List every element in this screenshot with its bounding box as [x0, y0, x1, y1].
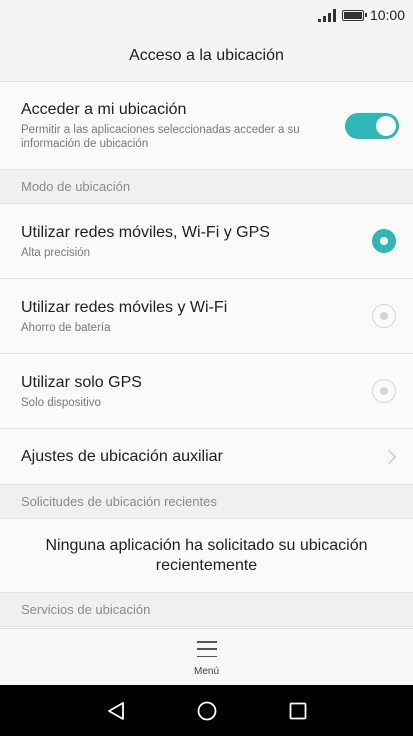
battery-icon [341, 9, 367, 21]
toggle-knob [376, 115, 396, 136]
page-title: Acceso a la ubicación [0, 30, 413, 82]
mode-option-subtitle: Solo dispositivo [21, 396, 101, 409]
location-access-row[interactable]: Acceder a mi ubicación Permitir a las ap… [0, 82, 413, 170]
section-header-recent-requests: Solicitudes de ubicación recientes [0, 485, 413, 519]
mode-option-battery-saving[interactable]: Utilizar redes móviles y Wi-Fi Ahorro de… [0, 279, 413, 354]
signal-icon [317, 8, 336, 22]
menu-button[interactable]: Menú [0, 628, 413, 685]
mode-option-title: Utilizar redes móviles, Wi-Fi y GPS [21, 223, 270, 241]
section-header-services: Servicios de ubicación [0, 593, 413, 627]
mode-option-subtitle: Alta precisión [21, 246, 91, 259]
navigation-bar [0, 685, 413, 736]
menu-label: Menú [193, 666, 219, 677]
mode-option-title: Utilizar redes móviles y Wi-Fi [21, 298, 228, 316]
recents-button[interactable] [278, 691, 318, 731]
hamburger-menu-icon [196, 641, 217, 657]
status-time: 10:00 [369, 7, 405, 23]
back-icon [107, 701, 124, 720]
status-bar: 10:00 [0, 0, 413, 30]
recent-requests-empty-message: Ninguna aplicación ha solicitado su ubic… [0, 519, 413, 593]
mode-option-title: Utilizar solo GPS [21, 373, 142, 391]
radio-selected-icon[interactable] [372, 229, 396, 253]
home-button[interactable] [187, 691, 227, 731]
section-header-mode: Modo de ubicación [0, 170, 413, 204]
location-access-title: Acceder a mi ubicación [21, 101, 187, 118]
mode-option-high-accuracy[interactable]: Utilizar redes móviles, Wi-Fi y GPS Alta… [0, 204, 413, 279]
radio-unselected-icon[interactable] [372, 304, 396, 328]
radio-unselected-icon[interactable] [372, 379, 396, 403]
home-icon [197, 701, 216, 720]
auxiliary-settings-title: Ajustes de ubicación auxiliar [21, 447, 223, 465]
recents-icon [289, 702, 306, 719]
location-access-toggle[interactable] [345, 112, 399, 139]
auxiliary-settings-row[interactable]: Ajustes de ubicación auxiliar [0, 429, 413, 485]
settings-list: Acceder a mi ubicación Permitir a las ap… [0, 82, 413, 627]
mode-option-subtitle: Ahorro de batería [21, 321, 111, 334]
back-button[interactable] [96, 691, 136, 731]
screen: 10:00 Acceso a la ubicación Acceder a mi… [0, 0, 413, 736]
mode-option-device-only[interactable]: Utilizar solo GPS Solo dispositivo [0, 354, 413, 429]
location-access-subtitle: Permitir a las aplicaciones seleccionada… [21, 124, 300, 150]
